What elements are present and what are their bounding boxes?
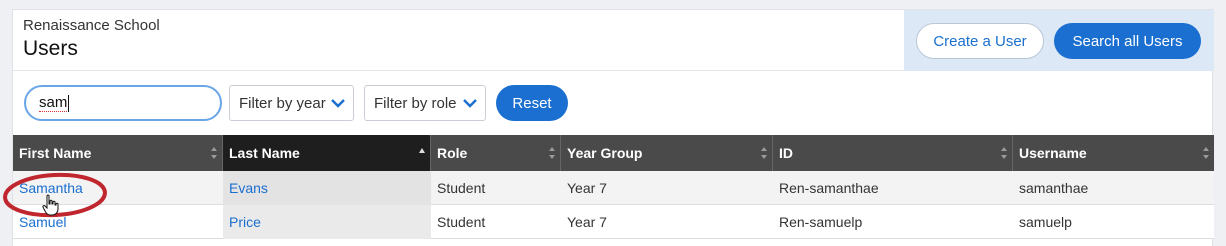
year-group-cell: Year 7	[567, 214, 607, 230]
chevron-down-icon	[463, 99, 477, 108]
header-actions: Create a User Search all Users	[904, 10, 1214, 71]
table-header: First Name Last Name Role Year Group ID …	[13, 135, 1214, 171]
username-cell: samuelp	[1019, 214, 1072, 230]
year-filter-label: Filter by year	[239, 94, 326, 112]
id-cell: Ren-samuelp	[779, 214, 863, 230]
sort-icon	[549, 147, 555, 159]
table-row: Samuel Price Student Year 7 Ren-samuelp …	[13, 205, 1214, 239]
id-cell: Ren-samanthae	[779, 180, 879, 196]
school-name: Renaissance School	[23, 17, 160, 34]
page-title: Users	[23, 37, 78, 60]
chevron-down-icon	[331, 99, 345, 108]
search-input[interactable]: sam	[24, 85, 222, 121]
role-cell: Student	[437, 214, 486, 230]
column-header-year-group[interactable]: Year Group	[561, 135, 773, 171]
sort-ascending-icon	[419, 148, 425, 153]
sort-icon	[1203, 147, 1209, 159]
year-group-cell: Year 7	[567, 180, 607, 196]
column-header-role[interactable]: Role	[431, 135, 561, 171]
page-header: Renaissance School Users Create a User S…	[13, 10, 1214, 71]
table-row: Samantha Evans Student Year 7 Ren-samant…	[13, 171, 1214, 205]
sort-icon	[211, 147, 217, 159]
users-card: Renaissance School Users Create a User S…	[12, 9, 1214, 246]
column-header-username[interactable]: Username	[1013, 135, 1214, 171]
role-cell: Student	[437, 180, 486, 196]
sort-icon	[1001, 147, 1007, 159]
year-filter-select[interactable]: Filter by year	[229, 85, 354, 121]
sort-icon	[761, 147, 767, 159]
role-filter-select[interactable]: Filter by role	[364, 85, 486, 121]
role-filter-label: Filter by role	[374, 94, 457, 112]
filter-bar: sam Filter by year Filter by role Reset	[13, 72, 1214, 135]
hand-pointer-icon	[42, 194, 59, 216]
column-header-first-name[interactable]: First Name	[13, 135, 223, 171]
text-caret	[68, 94, 70, 112]
column-header-id[interactable]: ID	[773, 135, 1013, 171]
last-name-link[interactable]: Price	[223, 205, 431, 239]
create-user-button[interactable]: Create a User	[916, 23, 1044, 59]
search-all-users-button[interactable]: Search all Users	[1054, 23, 1201, 59]
search-input-value: sam	[39, 94, 68, 112]
last-name-link[interactable]: Evans	[223, 171, 431, 205]
reset-button[interactable]: Reset	[496, 85, 568, 121]
column-header-last-name[interactable]: Last Name	[223, 135, 431, 171]
username-cell: samanthae	[1019, 180, 1089, 196]
